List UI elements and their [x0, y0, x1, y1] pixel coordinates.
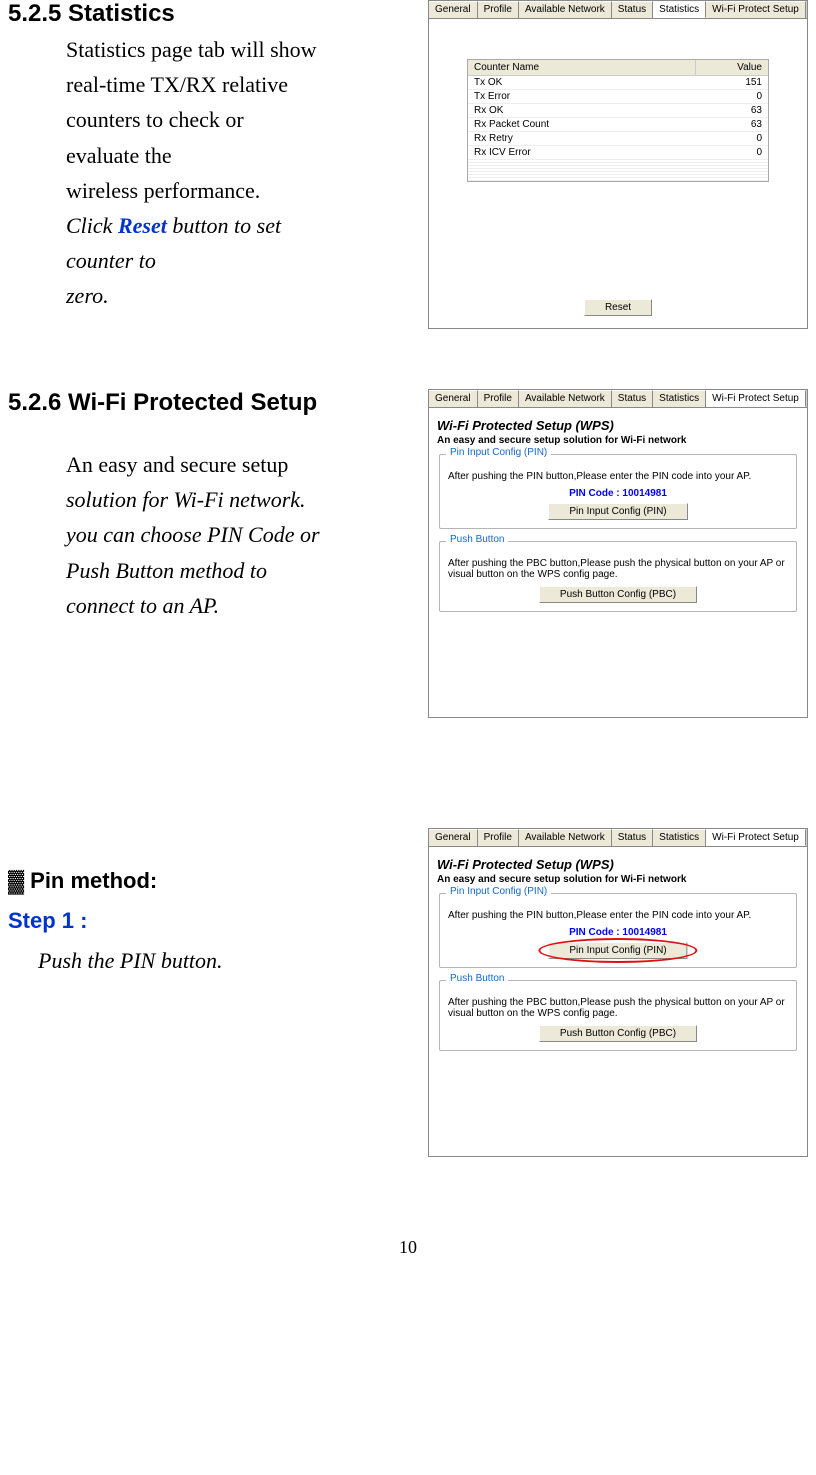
reset-button[interactable]: Reset — [584, 299, 652, 316]
section-heading-wps: 5.2.6 Wi-Fi Protected Setup — [8, 389, 418, 417]
counter-value: 63 — [696, 118, 768, 131]
counter-value: 0 — [696, 132, 768, 145]
push-group: Push Button After pushing the PBC button… — [439, 980, 797, 1051]
step1-heading: Step 1 : — [8, 908, 418, 934]
push-button-config-button[interactable]: Push Button Config (PBC) — [539, 1025, 697, 1042]
tab-statistics[interactable]: Statistics — [653, 829, 706, 846]
wps-desc-line: connect to an AP. — [66, 588, 418, 623]
pin-group: Pin Input Config (PIN) After pushing the… — [439, 454, 797, 529]
tab-statistics[interactable]: Statistics — [653, 1, 706, 18]
wps-screenshot-1: General Profile Available Network Status… — [428, 389, 808, 718]
push-group: Push Button After pushing the PBC button… — [439, 541, 797, 612]
table-row: Rx Packet Count63 — [468, 118, 768, 132]
push-group-text: After pushing the PBC button,Please push… — [448, 558, 788, 580]
table-row: Rx ICV Error0 — [468, 146, 768, 160]
wps-title: Wi-Fi Protected Setup (WPS) — [437, 418, 799, 433]
pin-group: Pin Input Config (PIN) After pushing the… — [439, 893, 797, 968]
pin-code-label: PIN Code : 10014981 — [448, 927, 788, 938]
pin-group-text: After pushing the PIN button,Please ente… — [448, 471, 788, 482]
tab-wifi-protect-setup[interactable]: Wi-Fi Protect Setup — [706, 1, 806, 18]
pin-method-heading: ▓ Pin method: — [8, 868, 418, 894]
stats-desc-line: evaluate the — [66, 138, 418, 173]
stats-desc-line: Statistics page tab will show — [66, 32, 418, 67]
col-counter-name: Counter Name — [468, 60, 696, 75]
tab-available-network[interactable]: Available Network — [519, 1, 612, 18]
tab-status[interactable]: Status — [612, 390, 653, 407]
pin-input-config-button[interactable]: Pin Input Config (PIN) — [548, 942, 687, 959]
stats-desc-line: counter to — [66, 243, 418, 278]
tab-general[interactable]: General — [429, 1, 478, 18]
tab-status[interactable]: Status — [612, 829, 653, 846]
pin-input-config-button[interactable]: Pin Input Config (PIN) — [548, 503, 687, 520]
stats-desc-line: Click — [66, 213, 118, 238]
tab-available-network[interactable]: Available Network — [519, 390, 612, 407]
page-number: 10 — [8, 1237, 808, 1258]
push-group-label: Push Button — [446, 973, 508, 984]
wps-title: Wi-Fi Protected Setup (WPS) — [437, 857, 799, 872]
table-row: Rx OK63 — [468, 104, 768, 118]
wps-desc-line: An easy and secure setup — [66, 447, 418, 482]
wps-desc-line: Push Button method to — [66, 553, 418, 588]
tab-general[interactable]: General — [429, 829, 478, 846]
tab-wifi-protect-setup[interactable]: Wi-Fi Protect Setup — [706, 390, 806, 407]
stats-desc-line: wireless performance. — [66, 173, 418, 208]
stats-desc-line: counters to check or — [66, 102, 418, 137]
push-group-text: After pushing the PBC button,Please push… — [448, 997, 788, 1019]
step1-text: Push the PIN button. — [38, 948, 418, 974]
counter-value: 0 — [696, 146, 768, 159]
statistics-screenshot: General Profile Available Network Status… — [428, 0, 808, 329]
tabs: General Profile Available Network Status… — [428, 0, 808, 19]
counter-value: 63 — [696, 104, 768, 117]
counter-name: Rx ICV Error — [468, 146, 696, 159]
tab-statistics[interactable]: Statistics — [653, 390, 706, 407]
tabs: General Profile Available Network Status… — [428, 389, 808, 408]
tab-profile[interactable]: Profile — [478, 390, 519, 407]
push-group-label: Push Button — [446, 534, 508, 545]
counter-value: 151 — [696, 76, 768, 89]
pin-group-label: Pin Input Config (PIN) — [446, 447, 551, 458]
wps-desc-line: you can choose PIN Code or — [66, 517, 418, 552]
stats-table: Counter Name Value Tx OK151 Tx Error0 Rx… — [467, 59, 769, 182]
table-row — [468, 178, 768, 181]
reset-word: Reset — [118, 213, 167, 238]
stats-desc-line: zero. — [66, 278, 418, 313]
pin-group-text: After pushing the PIN button,Please ente… — [448, 910, 788, 921]
wps-desc-line: solution for Wi-Fi network. — [66, 482, 418, 517]
stats-desc-line: button to set — [167, 213, 281, 238]
counter-name: Rx Packet Count — [468, 118, 696, 131]
table-row: Tx OK151 — [468, 76, 768, 90]
counter-name: Tx Error — [468, 90, 696, 103]
tab-general[interactable]: General — [429, 390, 478, 407]
col-value: Value — [696, 60, 768, 75]
push-button-config-button[interactable]: Push Button Config (PBC) — [539, 586, 697, 603]
counter-name: Rx OK — [468, 104, 696, 117]
wps-screenshot-2: General Profile Available Network Status… — [428, 828, 808, 1157]
wps-subtitle: An easy and secure setup solution for Wi… — [437, 874, 799, 885]
stats-desc-line: real-time TX/RX relative — [66, 67, 418, 102]
tab-profile[interactable]: Profile — [478, 829, 519, 846]
section-heading-statistics: 5.2.5 Statistics — [8, 0, 418, 28]
counter-name: Tx OK — [468, 76, 696, 89]
tab-wifi-protect-setup[interactable]: Wi-Fi Protect Setup — [706, 829, 806, 846]
tab-profile[interactable]: Profile — [478, 1, 519, 18]
tab-available-network[interactable]: Available Network — [519, 829, 612, 846]
wps-subtitle: An easy and secure setup solution for Wi… — [437, 435, 799, 446]
pin-code-label: PIN Code : 10014981 — [448, 488, 788, 499]
tab-status[interactable]: Status — [612, 1, 653, 18]
table-row: Rx Retry0 — [468, 132, 768, 146]
pin-group-label: Pin Input Config (PIN) — [446, 886, 551, 897]
table-row: Tx Error0 — [468, 90, 768, 104]
tabs: General Profile Available Network Status… — [428, 828, 808, 847]
counter-value: 0 — [696, 90, 768, 103]
counter-name: Rx Retry — [468, 132, 696, 145]
